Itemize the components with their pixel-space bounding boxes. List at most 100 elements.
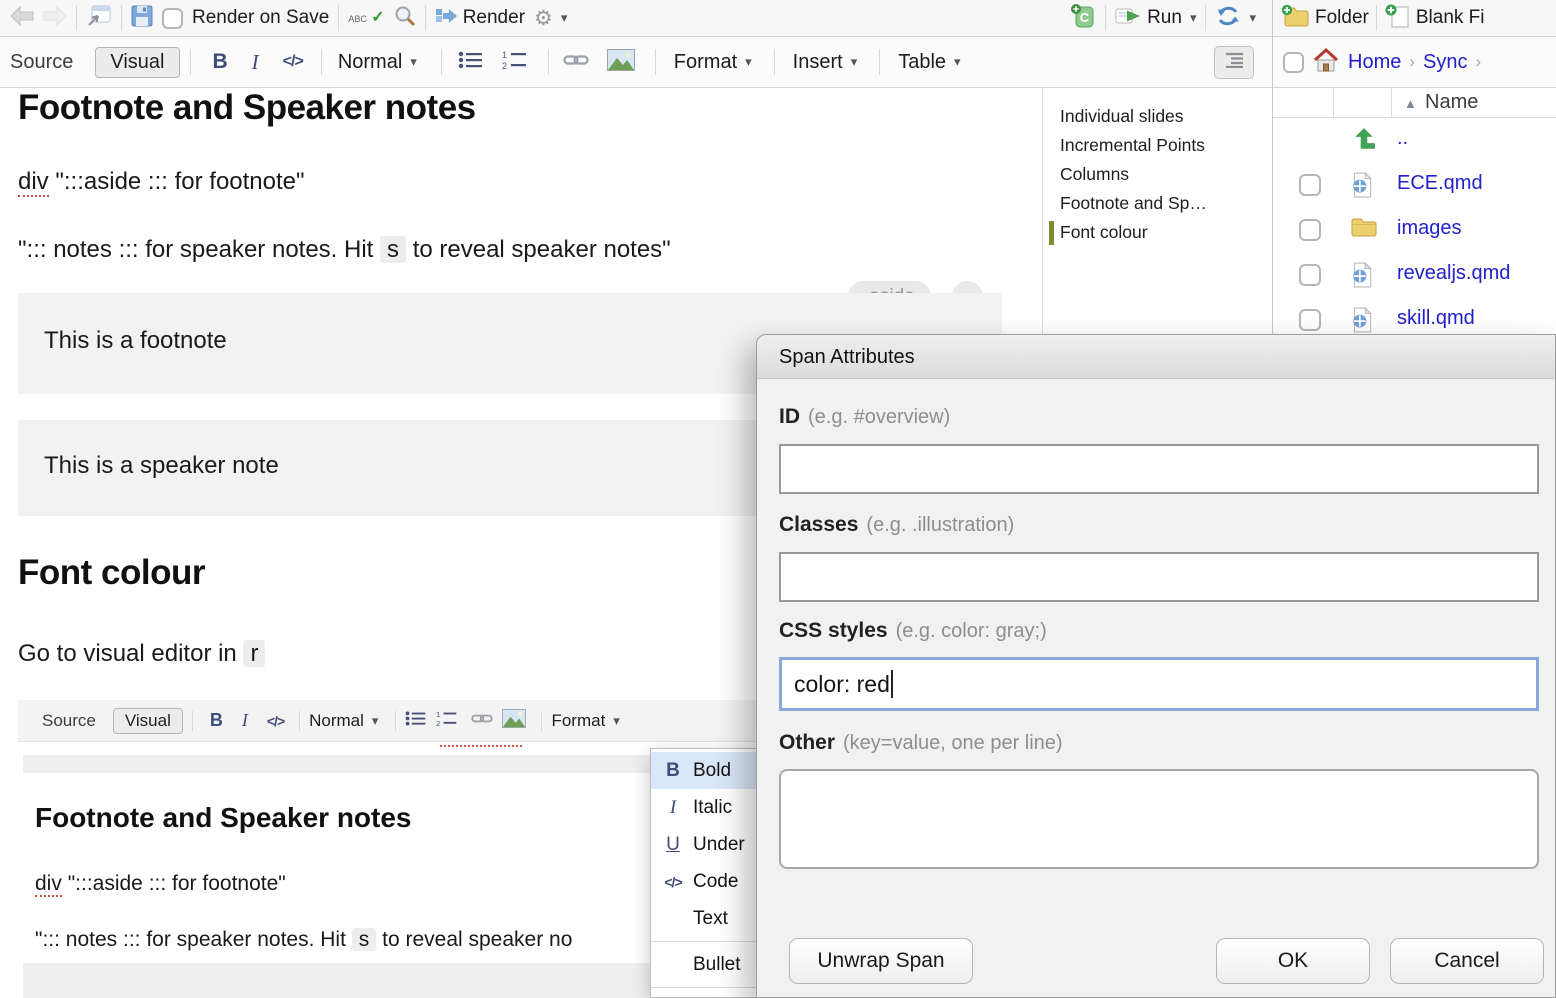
classes-input[interactable] [779, 552, 1539, 602]
table-menu-button[interactable]: Table ▾ [898, 51, 960, 74]
paragraph-style-dropdown[interactable]: Normal ▾ [338, 51, 417, 74]
chevron-down-icon: ▾ [851, 54, 858, 70]
other-attributes-textarea[interactable] [779, 769, 1539, 869]
back-icon[interactable] [10, 6, 34, 31]
file-name: skill.qmd [1397, 307, 1475, 330]
outline-item-individual-slides[interactable]: Individual slides [1060, 102, 1272, 131]
home-icon[interactable] [1312, 47, 1340, 78]
menu-item-code[interactable]: </> Code [651, 863, 759, 900]
file-row-ece[interactable]: ECE.qmd [1273, 163, 1556, 208]
outline-item-footnote[interactable]: Footnote and Sp… [1060, 189, 1272, 218]
rerun-button[interactable]: ▾ [1215, 4, 1256, 33]
bulleted-list-icon[interactable] [458, 50, 484, 75]
table-label: Table [898, 51, 946, 74]
menu-item-text[interactable]: Text [651, 900, 759, 937]
other-field-label: Other(key=value, one per line) [779, 731, 1063, 755]
underline-icon: U [661, 834, 685, 856]
separator [655, 49, 656, 75]
render-button[interactable]: Render [435, 6, 525, 31]
file-checkbox[interactable] [1299, 174, 1321, 196]
menu-item-italic[interactable]: I Italic [651, 789, 759, 826]
nested-paragraph-notes: "::: notes ::: for speaker notes. Hit s … [35, 928, 667, 952]
nested-format-menu-button: Format ▾ [551, 711, 619, 731]
sync-icon [1215, 4, 1241, 33]
new-folder-label: Folder [1315, 7, 1369, 29]
render-on-save-checkbox[interactable] [162, 8, 183, 29]
key-s-chip: s [380, 236, 406, 263]
insert-chunk-button[interactable]: C [1070, 3, 1096, 34]
format-dropdown-menu: B Bold I Italic U Under </> Code Text Bu… [650, 748, 759, 998]
files-table-header: ▲ Name [1273, 88, 1556, 118]
nested-format-label: Format [551, 711, 605, 731]
breadcrumb-sync[interactable]: Sync [1423, 51, 1467, 74]
file-row-revealjs[interactable]: revealjs.qmd [1273, 253, 1556, 298]
nested-bulleted-list-icon [405, 710, 427, 732]
menu-item-bold[interactable]: B Bold [651, 752, 759, 789]
separator [879, 49, 880, 75]
separator [395, 711, 396, 731]
file-checkbox[interactable] [1299, 309, 1321, 331]
new-folder-button[interactable]: Folder [1281, 4, 1369, 33]
css-styles-value: color: red [794, 671, 890, 698]
css-styles-field-label: CSS styles(e.g. color: gray;) [779, 619, 1047, 643]
file-name: .. [1397, 127, 1408, 150]
file-checkbox[interactable] [1299, 219, 1321, 241]
cancel-button[interactable]: Cancel [1390, 938, 1544, 984]
nested-gray-block-partial [23, 755, 753, 773]
file-row-images[interactable]: images [1273, 208, 1556, 253]
outline-item-font-colour[interactable]: Font colour [1060, 218, 1272, 247]
run-button[interactable]: Run ▾ [1115, 7, 1196, 30]
link-icon[interactable] [563, 49, 589, 76]
heading-font-colour: Font colour [18, 553, 205, 593]
format-menu-button[interactable]: Format ▾ [674, 51, 752, 74]
column-divider [1391, 88, 1392, 118]
render-options-button[interactable]: ⚙ ▾ [534, 6, 567, 31]
chevron-down-icon: ▾ [561, 10, 568, 26]
unwrap-span-button[interactable]: Unwrap Span [789, 938, 973, 984]
save-icon[interactable] [131, 5, 153, 32]
search-icon[interactable] [394, 5, 416, 32]
separator [338, 5, 339, 31]
menu-item-bullet-list[interactable]: Bullet [651, 946, 759, 983]
menu-item-underline[interactable]: U Under [651, 826, 759, 863]
css-styles-input[interactable]: color: red [779, 657, 1539, 711]
main-toolbar: Render on Save ABC ✓ Render ⚙ ▾ C [0, 0, 1272, 37]
render-label: Render [463, 7, 525, 29]
separator [1205, 5, 1206, 31]
open-in-new-window-icon[interactable] [86, 4, 112, 33]
ok-button[interactable]: OK [1216, 938, 1370, 984]
paragraph-aside-syntax: div ":::aside ::: for footnote" [18, 168, 305, 196]
tab-source[interactable]: Source [10, 51, 73, 74]
css-styles-field-hint: (e.g. color: gray;) [896, 620, 1047, 642]
nested-image-icon [502, 709, 526, 733]
separator [441, 49, 442, 75]
image-icon[interactable] [607, 49, 635, 76]
outline-toggle-button[interactable] [1214, 46, 1254, 79]
select-all-checkbox[interactable] [1283, 52, 1304, 73]
outline-item-incremental-points[interactable]: Incremental Points [1060, 131, 1272, 160]
paragraph-visual-editor: Go to visual editor in r [18, 640, 265, 668]
new-blank-file-button[interactable]: Blank Fi [1384, 3, 1485, 34]
code-button[interactable]: </> [283, 53, 303, 71]
current-section-marker [1049, 221, 1054, 245]
file-row-parent[interactable]: .. [1273, 118, 1556, 163]
numbered-list-icon[interactable]: 12 [502, 50, 528, 75]
forward-icon[interactable] [43, 6, 67, 31]
tab-visual[interactable]: Visual [95, 47, 179, 78]
spellcheck-icon[interactable]: ABC ✓ [348, 10, 384, 26]
svg-text:C: C [1080, 10, 1090, 25]
separator [76, 5, 77, 31]
nested-paragraph-style-dropdown: Normal ▾ [309, 711, 378, 731]
insert-menu-button[interactable]: Insert ▾ [793, 51, 858, 74]
bold-button[interactable]: B [213, 50, 228, 74]
separator [1105, 5, 1106, 31]
key-r-chip: r [243, 640, 265, 667]
breadcrumb-home[interactable]: Home [1348, 51, 1401, 74]
italic-button[interactable]: I [252, 50, 259, 75]
id-input[interactable] [779, 444, 1539, 494]
name-column-header[interactable]: Name [1425, 91, 1478, 114]
file-checkbox[interactable] [1299, 264, 1321, 286]
outline-item-columns[interactable]: Columns [1060, 160, 1272, 189]
run-label: Run [1147, 7, 1182, 29]
nested-paragraph-aside: div ":::aside ::: for footnote" [35, 872, 286, 896]
